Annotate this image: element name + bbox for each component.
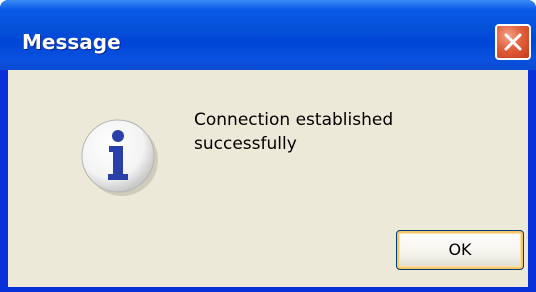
- window-bottom-border: [0, 287, 536, 292]
- message-dialog-window: Message Connection established successfu…: [0, 0, 536, 292]
- info-icon: [81, 119, 158, 196]
- dialog-body: Connection established successfully OK: [8, 70, 528, 287]
- message-text: Connection established successfully: [194, 108, 494, 156]
- message-line-2: successfully: [194, 134, 297, 154]
- ok-button[interactable]: OK: [396, 230, 524, 270]
- title-bar[interactable]: Message: [0, 0, 536, 70]
- close-icon: [504, 33, 522, 51]
- window-title: Message: [22, 30, 121, 54]
- close-button[interactable]: [495, 24, 531, 60]
- message-line-1: Connection established: [194, 110, 394, 130]
